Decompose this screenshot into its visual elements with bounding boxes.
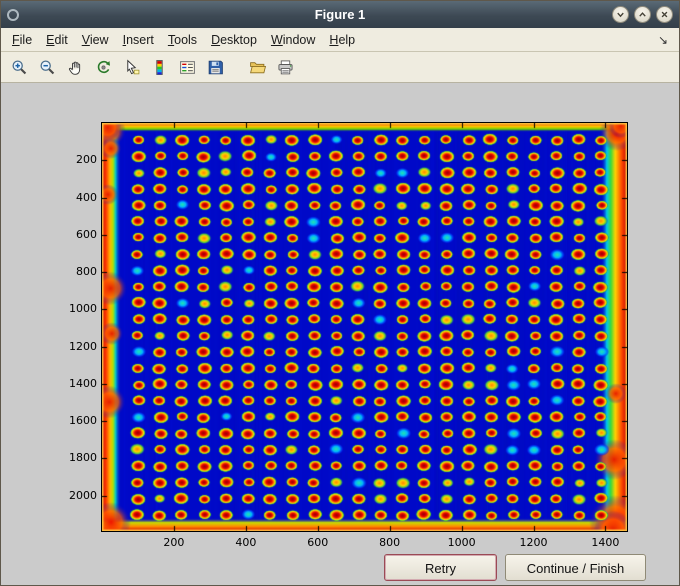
open-button[interactable] (244, 54, 270, 80)
figure-toolbar (1, 52, 679, 83)
x-tick-label: 800 (379, 536, 401, 549)
window-title: Figure 1 (314, 7, 366, 22)
y-tick-label: 800 (76, 265, 97, 279)
y-tick-label: 1200 (69, 339, 97, 353)
menu-help[interactable]: Help (322, 29, 362, 51)
print-button[interactable] (272, 54, 298, 80)
y-tick-label: 1400 (69, 376, 97, 390)
insert-legend-button[interactable] (174, 54, 200, 80)
x-tick-label: 600 (307, 536, 329, 549)
window-icon (7, 8, 19, 21)
legend-icon (179, 60, 195, 74)
pan-button[interactable] (62, 54, 88, 80)
data-cursor-icon (126, 58, 139, 74)
close-icon (661, 11, 668, 18)
menu-file[interactable]: File (5, 29, 39, 51)
rotate-3d-button[interactable] (90, 54, 116, 80)
menu-tools[interactable]: Tools (161, 29, 204, 51)
open-folder-icon (249, 61, 266, 73)
figure-window: Figure 1 File Edit View Insert Tools Des… (0, 0, 680, 586)
y-tick-label: 1800 (69, 451, 97, 465)
rotate-3d-icon (97, 60, 110, 73)
microarray-image[interactable] (102, 123, 627, 531)
maximize-button[interactable] (634, 6, 651, 23)
y-tick-label: 2000 (69, 488, 97, 502)
x-tick-label: 1400 (591, 536, 620, 549)
zoom-in-button[interactable] (6, 54, 32, 80)
y-tick-label: 600 (76, 227, 97, 241)
y-tick-label: 400 (76, 190, 97, 204)
save-icon (208, 60, 223, 74)
menu-edit[interactable]: Edit (39, 29, 75, 51)
x-tick-label: 1000 (447, 536, 476, 549)
y-tick-label: 1600 (69, 414, 97, 428)
save-button[interactable] (202, 54, 228, 80)
continue-finish-button[interactable]: Continue / Finish (505, 554, 646, 581)
chevron-down-icon (617, 12, 624, 18)
dock-figure-arrow-icon[interactable]: ↘ (651, 33, 675, 47)
insert-colorbar-button[interactable] (146, 54, 172, 80)
zoom-out-icon (39, 59, 54, 74)
chevron-up-icon (639, 12, 646, 17)
y-tick-label: 200 (76, 153, 97, 167)
figure-canvas-area: Retry Continue / Finish 200 400 600 800 1000… (1, 83, 679, 585)
pan-hand-icon (68, 61, 80, 75)
axes (101, 122, 628, 532)
print-icon (277, 59, 293, 74)
menu-view[interactable]: View (75, 29, 116, 51)
x-tick-label: 200 (163, 536, 185, 549)
titlebar[interactable]: Figure 1 (1, 1, 679, 28)
y-tick-label: 1000 (69, 302, 97, 316)
colorbar-icon (155, 59, 163, 75)
menu-desktop[interactable]: Desktop (204, 29, 264, 51)
menu-window[interactable]: Window (264, 29, 322, 51)
zoom-out-button[interactable] (34, 54, 60, 80)
minimize-button[interactable] (612, 6, 629, 23)
menubar: File Edit View Insert Tools Desktop Wind… (1, 28, 679, 52)
data-cursor-button[interactable] (118, 54, 144, 80)
retry-button[interactable]: Retry (384, 554, 497, 581)
zoom-in-icon (11, 59, 26, 74)
x-tick-label: 1200 (519, 536, 548, 549)
menu-insert[interactable]: Insert (116, 29, 161, 51)
x-tick-label: 400 (235, 536, 257, 549)
close-button[interactable] (656, 6, 673, 23)
